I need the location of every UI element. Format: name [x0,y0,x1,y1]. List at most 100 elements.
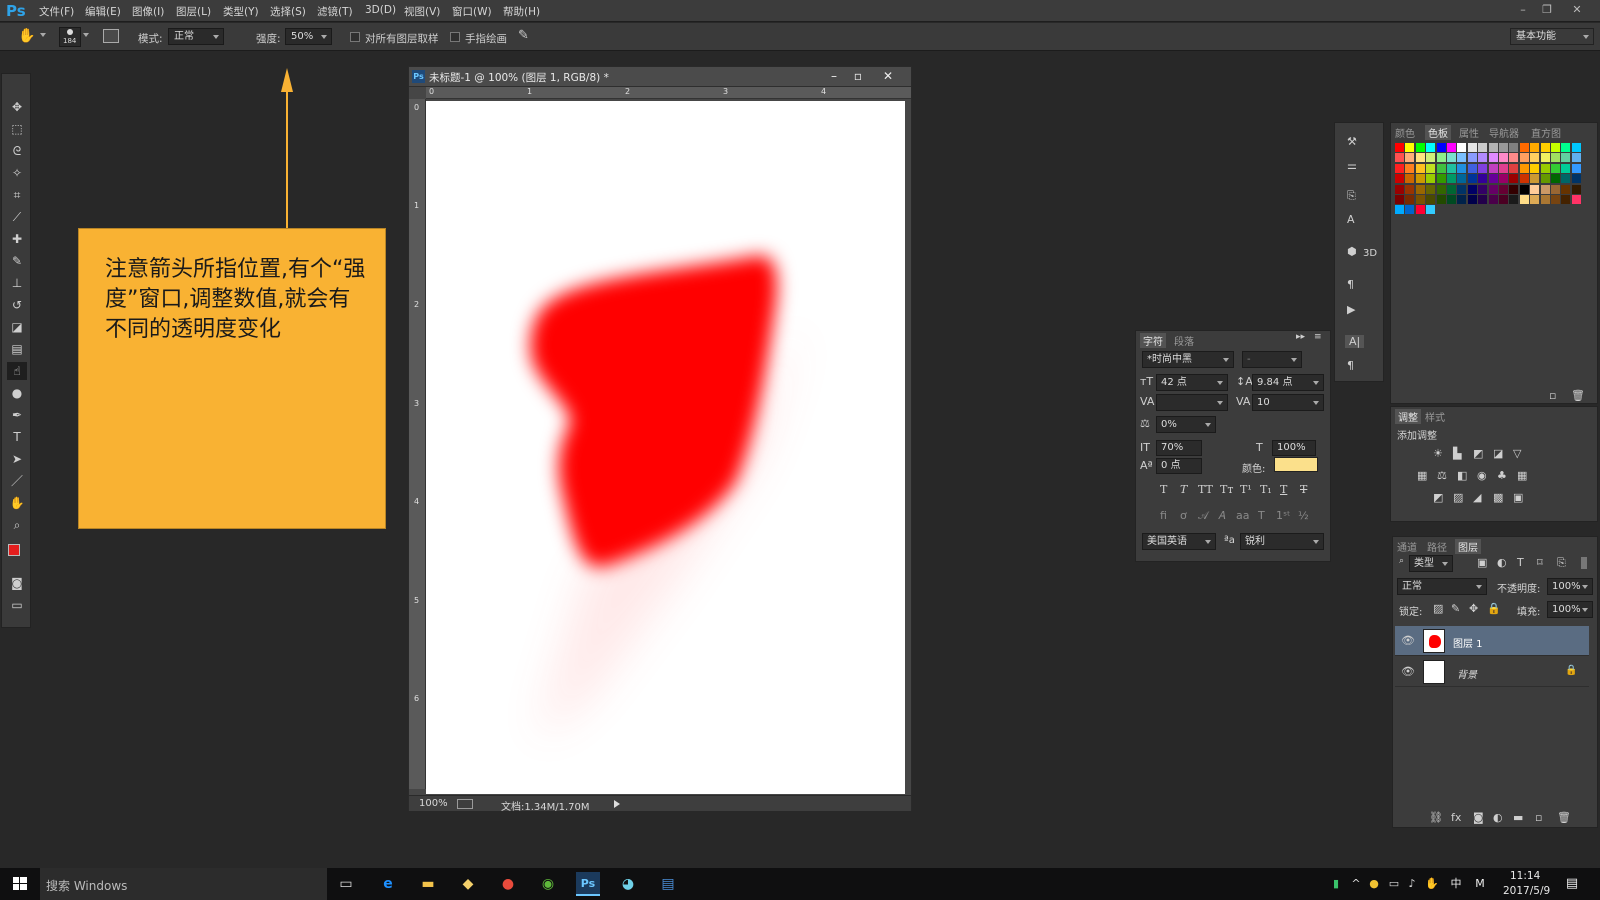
color-swatch[interactable] [1509,163,1519,173]
swash-icon[interactable]: 𝒜 [1198,509,1208,523]
brightness-icon[interactable]: ☀ [1433,447,1443,460]
status-icon[interactable] [457,799,473,809]
color-swatch[interactable] [1488,184,1498,194]
lasso-tool-icon[interactable]: ᘓ [7,142,27,160]
text-color-swatch[interactable] [1274,457,1318,472]
brush-picker-chevron-icon[interactable] [83,33,89,37]
menu-help[interactable]: 帮助(H) [503,4,540,19]
color-swatch[interactable] [1488,174,1498,184]
menu-3d[interactable]: 3D(D) [365,4,396,16]
tab-histogram[interactable]: 直方图 [1531,125,1561,140]
zoom-level[interactable]: 100% [419,798,448,809]
photoshop-taskbar-icon[interactable]: Ps [576,872,600,896]
pressure-icon[interactable]: ✎ [518,28,529,43]
sample-all-layers-checkbox[interactable] [350,32,360,42]
3d-panel-label[interactable]: 3D [1363,248,1377,259]
visibility-eye-icon[interactable]: 👁 [1401,665,1415,678]
color-swatch[interactable] [1509,153,1519,163]
line-tool-icon[interactable]: ／ [7,472,27,490]
color-swatch[interactable] [1426,174,1436,184]
invert-icon[interactable]: ◩ [1433,491,1443,504]
tab-swatches[interactable]: 色板 [1425,125,1451,140]
tab-adjustments[interactable]: 调整 [1395,409,1421,424]
color-swatch[interactable] [1499,184,1508,194]
color-swatch[interactable] [1509,174,1519,184]
color-swatch[interactable] [1571,153,1581,163]
language-dropdown[interactable]: 美国英语 [1142,533,1216,550]
doc-minimize-icon[interactable]: – [825,69,843,84]
posterize-icon[interactable]: ▨ [1453,491,1463,504]
tool-preset-chevron-icon[interactable] [40,33,46,37]
color-swatch[interactable] [1415,163,1425,173]
color-swatch[interactable] [1457,163,1467,173]
color-swatch[interactable] [1551,174,1560,184]
pen-tool-icon[interactable]: ✒ [7,406,27,424]
layer-filter-dropdown[interactable]: 类型 [1409,555,1453,572]
color-swatch[interactable] [1415,174,1425,184]
color-swatch[interactable] [1540,163,1550,173]
ligatures-icon[interactable]: fi [1160,509,1167,522]
crop-tool-icon[interactable]: ⌗ [7,186,27,204]
color-swatch[interactable] [1540,184,1550,194]
color-swatch[interactable] [1571,184,1581,194]
color-swatch[interactable] [1426,184,1436,194]
lock-position-icon[interactable]: ✥ [1469,602,1478,615]
color-swatch[interactable] [1561,153,1571,163]
hand-tool-icon[interactable]: ✋ [7,494,27,512]
actions-play-icon[interactable]: ▶ [1347,303,1355,316]
superior-icon[interactable]: 1ˢᵗ [1276,509,1290,522]
color-swatch[interactable] [1426,205,1436,215]
color-swatch[interactable] [1395,174,1404,184]
chrome-icon[interactable]: ◉ [536,872,560,896]
healing-brush-tool-icon[interactable]: ✚ [7,230,27,248]
fill-dropdown[interactable]: 100% [1547,601,1593,618]
color-swatch[interactable] [1478,163,1488,173]
quick-select-tool-icon[interactable]: ✧ [7,164,27,182]
color-swatch[interactable] [1436,153,1446,163]
color-swatch[interactable] [1488,143,1498,152]
dodge-tool-icon[interactable]: ● [7,384,27,402]
ordinals-icon[interactable]: T [1258,509,1265,522]
threshold-icon[interactable]: ◢ [1473,491,1481,504]
history-brush-tool-icon[interactable]: ↺ [7,296,27,314]
strikethrough-icon[interactable]: T [1300,483,1307,496]
tab-channels[interactable]: 通道 [1397,539,1417,554]
color-app-icon[interactable]: ● [496,872,520,896]
restore-icon[interactable]: ❐ [1540,3,1554,17]
color-swatch[interactable] [1478,195,1488,204]
color-swatch[interactable] [1530,195,1540,204]
finger-painting-checkbox[interactable] [450,32,460,42]
color-swatch[interactable] [1540,143,1550,152]
smudge-tool-icon[interactable]: ✋ [18,28,35,44]
color-swatch[interactable] [1395,163,1404,173]
small-caps-icon[interactable]: Tт [1220,483,1233,496]
color-swatch[interactable] [1519,163,1529,173]
filter-shape-icon[interactable]: ⌑ [1537,556,1543,569]
menu-image[interactable]: 图像(I) [132,4,164,19]
eyedropper-tool-icon[interactable]: ⟋ [7,208,27,226]
folder-app-icon[interactable]: ◆ [456,872,480,896]
word-app-icon[interactable]: ▤ [656,872,680,896]
color-swatch[interactable] [1488,153,1498,163]
ruler-horizontal[interactable]: 0 1 2 3 4 [426,87,911,99]
color-swatch[interactable] [1395,205,1404,215]
color-swatch[interactable] [1530,184,1540,194]
color-swatch[interactable] [1395,153,1404,163]
new-group-icon[interactable]: ▬ [1513,811,1523,824]
layer-name[interactable]: 背景 [1457,666,1477,681]
filter-type-icon[interactable]: T [1517,556,1524,569]
horizontal-scale-input[interactable]: 100% [1272,440,1316,456]
minimize-icon[interactable]: – [1516,3,1530,17]
filter-smart-icon[interactable]: ⎘ [1557,556,1566,570]
color-swatch[interactable] [1499,163,1508,173]
color-swatch[interactable] [1530,163,1540,173]
old-style-icon[interactable]: ơ [1180,509,1187,522]
color-swatch[interactable] [1405,195,1415,204]
color-swatch[interactable] [1509,143,1519,152]
brush-tool-icon[interactable]: ✎ [7,252,27,270]
tab-paragraph[interactable]: 段落 [1174,333,1194,348]
color-swatch[interactable] [1519,153,1529,163]
color-swatch[interactable] [1436,163,1446,173]
antialias-dropdown[interactable]: 锐利 [1240,533,1324,550]
filter-toggle-icon[interactable] [1581,557,1587,569]
